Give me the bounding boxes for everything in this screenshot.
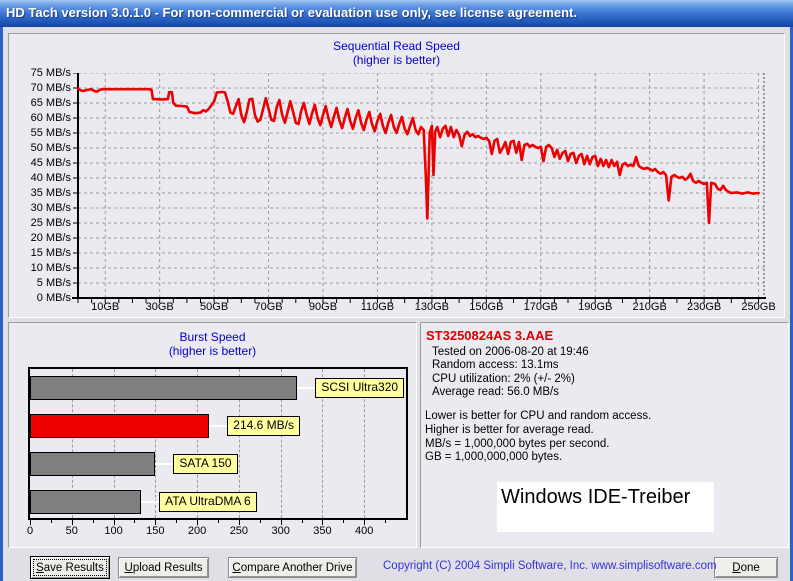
y-tick-label: 0 MB/s	[36, 292, 71, 304]
burst-bar-label: SATA 150	[173, 454, 238, 474]
x-tick-label: 110GB	[360, 301, 395, 313]
seq-chart-subtitle: (higher is better)	[352, 53, 441, 67]
y-tick-label: 20 MB/s	[30, 232, 71, 244]
window-title: HD Tach version 3.0.1.0 - For non-commer…	[6, 5, 577, 20]
burst-bar-label: ATA UltraDMA 6	[159, 492, 257, 512]
x-tick-label: 70GB	[254, 301, 283, 313]
x-tick-label: 170GB	[523, 301, 558, 313]
y-tick-label: 45 MB/s	[30, 157, 71, 169]
y-tick-label: 50 MB/s	[30, 142, 71, 154]
window-border-left	[0, 27, 3, 581]
burst-tick-label: 100	[104, 525, 123, 537]
x-tick-label: 90GB	[308, 301, 338, 313]
upload-results-button[interactable]: Upload Results	[118, 557, 209, 578]
y-tick-label: 70 MB/s	[30, 82, 71, 94]
y-tick-label: 25 MB/s	[30, 217, 71, 229]
done-button[interactable]: Done	[714, 557, 778, 578]
title-bar[interactable]: HD Tach version 3.0.1.0 - For non-commer…	[0, 0, 793, 27]
y-tick-label: 55 MB/s	[30, 127, 71, 139]
burst-tick-label: 300	[271, 525, 290, 537]
burst-axis-tick	[259, 520, 261, 523]
y-tick-label: 30 MB/s	[30, 202, 71, 214]
y-tick-label: 40 MB/s	[30, 172, 71, 184]
y-tick-label: 60 MB/s	[30, 112, 71, 124]
burst-axis-tick	[301, 520, 303, 523]
x-tick-label: 10GB	[91, 301, 120, 313]
burst-tick-label: 50	[65, 525, 78, 537]
y-tick-label: 35 MB/s	[30, 187, 71, 199]
burst-tick-label: 350	[313, 525, 332, 537]
bar-label-connector	[297, 387, 316, 389]
x-tick-label: 30GB	[145, 301, 174, 313]
burst-chart-title: Burst Speed	[179, 330, 246, 344]
x-tick-label: 210GB	[632, 301, 667, 313]
note-lower-better: Lower is better for CPU and random acces…	[425, 410, 652, 422]
x-tick-label: 150GB	[469, 301, 504, 313]
burst-axis-tick	[50, 520, 52, 523]
y-tick-label: 75 MB/s	[30, 67, 71, 79]
bar-label-connector	[209, 425, 228, 427]
burst-bar-label: 214.6 MB/s	[227, 416, 300, 436]
save-results-button[interactable]: Save Results	[30, 556, 110, 579]
stat-random-access: Random access: 13.1ms	[432, 359, 559, 371]
drive-model-label: ST3250824AS 3.AAE	[426, 328, 554, 343]
y-tick-label: 10 MB/s	[30, 262, 71, 274]
x-tick-label: 130GB	[414, 301, 449, 313]
drive-info-panel: ST3250824AS 3.AAE Tested on 2006-08-20 a…	[420, 322, 789, 548]
sequential-read-plot	[71, 72, 771, 306]
burst-axis-tick	[343, 520, 345, 523]
burst-bar-chart: SCSI Ultra320 214.6 MB/s SATA 150 ATA Ultra…	[28, 367, 408, 520]
burst-axis-tick	[134, 520, 136, 523]
hd-tach-window: HD Tach version 3.0.1.0 - For non-commer…	[0, 0, 793, 581]
bar-label-connector	[141, 501, 160, 503]
burst-tick-label: 400	[355, 525, 374, 537]
burst-axis-tick	[92, 520, 94, 523]
stat-average-read: Average read: 56.0 MB/s	[432, 386, 559, 398]
burst-axis-tick	[385, 520, 387, 523]
note-mbs-definition: MB/s = 1,000,000 bytes per second.	[425, 438, 610, 450]
burst-speed-panel: Burst Speed (higher is better) SCSI Ultr…	[8, 322, 417, 548]
y-tick-label: 5 MB/s	[36, 277, 71, 289]
note-gb-definition: GB = 1,000,000,000 bytes.	[425, 451, 563, 463]
x-tick-label: 50GB	[200, 301, 229, 313]
x-tick-label: 250GB	[741, 301, 776, 313]
burst-bar-3	[30, 490, 142, 514]
y-tick-label: 15 MB/s	[30, 247, 71, 259]
bar-label-connector	[155, 463, 174, 465]
burst-tick-label: 200	[187, 525, 207, 537]
compare-another-drive-button[interactable]: Compare Another Drive	[228, 557, 357, 578]
x-tick-label: 190GB	[578, 301, 613, 313]
burst-tick-label: 0	[26, 525, 34, 537]
burst-bar-label: SCSI Ultra320	[315, 378, 405, 398]
burst-axis-tick	[176, 520, 178, 523]
sequential-read-panel: Sequential Read Speed (higher is better)…	[8, 33, 785, 318]
y-tick-label: 65 MB/s	[30, 97, 71, 109]
burst-bar-2	[30, 452, 156, 476]
burst-chart-subtitle: (higher is better)	[168, 344, 257, 358]
burst-tick-label: 150	[146, 525, 165, 537]
seq-plot-svg	[72, 72, 766, 303]
driver-annotation: Windows IDE-Treiber	[497, 482, 714, 532]
stat-tested-on: Tested on 2006-08-20 at 19:46	[432, 346, 589, 358]
x-tick-label: 230GB	[686, 301, 722, 313]
seq-chart-title: Sequential Read Speed	[333, 39, 460, 53]
burst-axis-tick	[218, 520, 219, 523]
note-higher-better: Higher is better for average read.	[425, 424, 594, 436]
burst-bar-0	[30, 376, 298, 400]
burst-bar-1	[30, 414, 210, 438]
stat-cpu-utilization: CPU utilization: 2% (+/- 2%)	[432, 373, 575, 385]
burst-tick-label: 250	[229, 525, 249, 537]
copyright-text: Copyright (C) 2004 Simpli Software, Inc.…	[383, 560, 717, 572]
read-speed-line	[76, 87, 760, 225]
